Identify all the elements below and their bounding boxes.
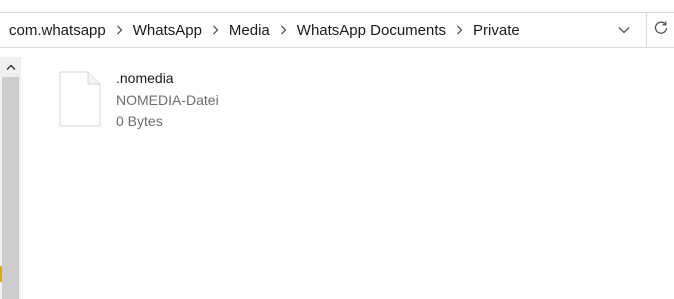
chevron-down-icon	[618, 21, 630, 39]
refresh-icon	[653, 20, 669, 41]
breadcrumb-item-whatsapp[interactable]: WhatsApp	[133, 22, 202, 39]
address-bar[interactable]: com.whatsapp WhatsApp Media WhatsApp Doc…	[0, 12, 646, 48]
chevron-up-icon	[6, 58, 16, 76]
window-edge-accent	[0, 266, 2, 282]
address-history-dropdown[interactable]	[610, 13, 638, 47]
vertical-scrollbar[interactable]	[0, 57, 21, 299]
breadcrumb-item-com-whatsapp[interactable]: com.whatsapp	[9, 22, 106, 39]
file-size: 0 Bytes	[116, 113, 163, 129]
scroll-up-button[interactable]	[0, 57, 21, 77]
document-icon	[59, 71, 101, 127]
chevron-right-icon[interactable]	[446, 13, 473, 47]
chevron-right-icon[interactable]	[202, 13, 229, 47]
breadcrumb-item-whatsapp-documents[interactable]: WhatsApp Documents	[297, 22, 446, 39]
scrollbar-thumb[interactable]	[2, 77, 19, 299]
file-item-nomedia[interactable]: .nomedia NOMEDIA-Datei 0 Bytes	[55, 67, 295, 131]
breadcrumb-item-private[interactable]: Private	[473, 22, 520, 39]
file-name: .nomedia	[116, 70, 174, 86]
chevron-right-icon[interactable]	[106, 13, 133, 47]
file-type: NOMEDIA-Datei	[116, 92, 219, 108]
window-top-edge	[0, 0, 674, 12]
chevron-right-icon[interactable]	[270, 13, 297, 47]
refresh-button[interactable]	[646, 12, 674, 48]
breadcrumb-item-media[interactable]: Media	[229, 22, 270, 39]
breadcrumb: com.whatsapp WhatsApp Media WhatsApp Doc…	[9, 13, 520, 47]
